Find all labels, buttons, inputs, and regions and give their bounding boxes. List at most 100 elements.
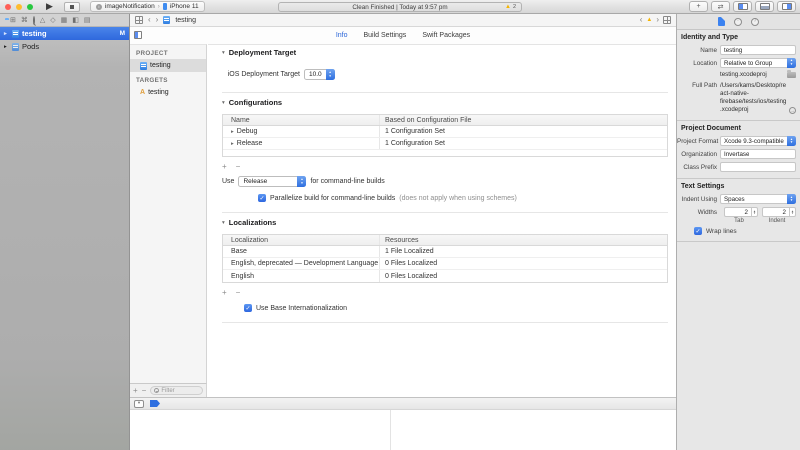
table-row[interactable]: English, deprecated — Development Langua…: [223, 258, 667, 270]
test-navigator-tab[interactable]: ◇: [50, 17, 55, 24]
column-resources[interactable]: Resources: [379, 235, 667, 245]
filter-input[interactable]: Filter: [150, 386, 203, 395]
use-suffix-label: for command-line builds: [310, 178, 384, 185]
toggle-projects-list-icon[interactable]: [134, 31, 142, 39]
previous-issue-button[interactable]: ‹: [640, 16, 643, 24]
editor-layout-button[interactable]: ⇄: [711, 1, 730, 12]
debug-area-split-divider[interactable]: [390, 410, 391, 450]
back-button[interactable]: ‹: [148, 16, 151, 24]
forward-button[interactable]: ›: [156, 16, 159, 24]
section-title: Localizations: [229, 218, 277, 227]
modified-badge: M: [120, 30, 125, 37]
sidebar-item-target-testing[interactable]: A testing: [130, 86, 206, 99]
name-field[interactable]: testing: [720, 45, 796, 55]
location-dropdown[interactable]: Relative to Group: [720, 58, 796, 68]
toggle-navigator-button[interactable]: [733, 1, 752, 12]
add-editor-button[interactable]: +: [689, 1, 708, 12]
related-items-icon[interactable]: [135, 16, 143, 24]
toolbar-right-buttons: + ⇄: [689, 1, 796, 12]
file-inspector-tab[interactable]: [718, 17, 725, 26]
project-format-dropdown[interactable]: Xcode 9.3-compatible: [720, 136, 796, 146]
warning-badge[interactable]: ▲ 2: [505, 3, 516, 11]
quick-help-inspector-tab[interactable]: ?: [751, 18, 759, 26]
project-header: PROJECT: [130, 45, 206, 59]
navigator-item-testing[interactable]: ▸ testing M: [0, 27, 129, 40]
disclosure-icon[interactable]: ▸: [231, 129, 234, 135]
project-format-label: Project Format: [677, 138, 717, 145]
add-target-button[interactable]: +: [133, 387, 138, 395]
open-in-finder-icon[interactable]: →: [789, 107, 796, 114]
remove-localization-button[interactable]: −: [236, 289, 241, 297]
zoom-window-button[interactable]: [27, 4, 33, 10]
table-row[interactable]: English 0 Files Localized: [223, 270, 667, 282]
section-configurations[interactable]: ▾ Configurations: [222, 98, 676, 107]
indent-width-stepper[interactable]: 2: [762, 207, 796, 217]
base-internationalization-checkbox[interactable]: [244, 304, 252, 312]
organization-label: Organization: [677, 151, 717, 158]
tab-width-stepper[interactable]: 2: [724, 207, 758, 217]
tab-swift-packages[interactable]: Swift Packages: [422, 32, 470, 39]
organization-field[interactable]: Invertase: [720, 149, 796, 159]
close-window-button[interactable]: [5, 4, 11, 10]
add-configuration-button[interactable]: +: [222, 163, 227, 171]
toggle-inspector-button[interactable]: [777, 1, 796, 12]
jump-bar-file[interactable]: testing: [175, 17, 196, 24]
toggle-debug-area-button[interactable]: [755, 1, 774, 12]
disclosure-icon[interactable]: ▸: [4, 31, 9, 37]
history-inspector-tab[interactable]: ·: [734, 18, 742, 26]
issue-navigator-tab[interactable]: △: [40, 17, 45, 24]
scheme-selector[interactable]: i imageNotification › iPhone 11: [90, 1, 205, 12]
scheme-name[interactable]: imageNotification: [105, 3, 155, 10]
breakpoints-toggle-icon[interactable]: [150, 400, 160, 407]
symbol-navigator-tab[interactable]: ⌘: [21, 17, 28, 24]
breakpoint-navigator-tab[interactable]: ◧: [72, 17, 79, 24]
debug-navigator-tab[interactable]: ▦: [61, 17, 68, 24]
target-icon: A: [140, 89, 145, 96]
folder-icon[interactable]: [787, 72, 796, 78]
file-inspector: Identity and Type Name testing Location …: [677, 30, 800, 450]
tab-build-settings[interactable]: Build Settings: [364, 32, 407, 39]
remove-target-button[interactable]: −: [142, 387, 147, 395]
source-control-navigator-tab[interactable]: ⊞: [10, 17, 16, 24]
navigator-item-pods[interactable]: ▸ Pods: [0, 40, 129, 53]
find-navigator-tab[interactable]: [33, 17, 35, 24]
disclosure-icon[interactable]: ▾: [222, 220, 225, 226]
config-based-on: 1 Configuration Set: [379, 126, 667, 137]
project-targets-sidebar: PROJECT testing TARGETS A testing: [130, 44, 207, 383]
next-issue-button[interactable]: ›: [656, 16, 659, 24]
tab-info[interactable]: Info: [336, 32, 348, 39]
editor-options-icon[interactable]: [663, 16, 671, 24]
disclosure-icon[interactable]: ▾: [222, 100, 225, 106]
wrap-lines-checkbox[interactable]: [694, 227, 702, 235]
sidebar-item-project-testing[interactable]: testing: [130, 59, 206, 72]
add-localization-button[interactable]: +: [222, 289, 227, 297]
indent-using-dropdown[interactable]: Spaces: [720, 194, 796, 204]
deployment-target-dropdown[interactable]: 10.0: [304, 69, 335, 80]
section-localizations[interactable]: ▾ Localizations: [222, 218, 676, 227]
project-info-form: ▾ Deployment Target iOS Deployment Targe…: [208, 44, 676, 397]
column-based-on[interactable]: Based on Configuration File: [379, 115, 667, 125]
table-row[interactable]: ▸Release 1 Configuration Set: [223, 138, 667, 150]
localization-resources: 0 Files Localized: [379, 258, 667, 269]
minimize-window-button[interactable]: [16, 4, 22, 10]
remove-configuration-button[interactable]: −: [236, 163, 241, 171]
column-localization[interactable]: Localization: [223, 237, 379, 244]
report-navigator-tab[interactable]: ▤: [84, 17, 91, 24]
stepper-icon: [789, 208, 795, 216]
hide-debug-area-button[interactable]: ▾: [134, 400, 144, 408]
config-name: Release: [237, 140, 263, 147]
command-line-config-dropdown[interactable]: Release: [238, 176, 306, 187]
column-name[interactable]: Name: [223, 117, 379, 124]
activity-viewer[interactable]: Clean Finished | Today at 9:57 pm ▲ 2: [278, 2, 522, 12]
run-destination[interactable]: iPhone 11: [170, 3, 199, 10]
disclosure-icon[interactable]: ▸: [4, 44, 9, 50]
disclosure-icon[interactable]: ▸: [231, 141, 234, 147]
parallelize-checkbox[interactable]: [258, 194, 266, 202]
table-row[interactable]: Base 1 File Localized: [223, 246, 667, 258]
section-deployment-target[interactable]: ▾ Deployment Target: [222, 48, 676, 57]
class-prefix-field[interactable]: [720, 162, 796, 172]
table-row[interactable]: ▸Debug 1 Configuration Set: [223, 126, 667, 138]
disclosure-icon[interactable]: ▾: [222, 50, 225, 56]
run-button[interactable]: ▶: [46, 2, 53, 11]
stop-button[interactable]: [64, 2, 80, 12]
